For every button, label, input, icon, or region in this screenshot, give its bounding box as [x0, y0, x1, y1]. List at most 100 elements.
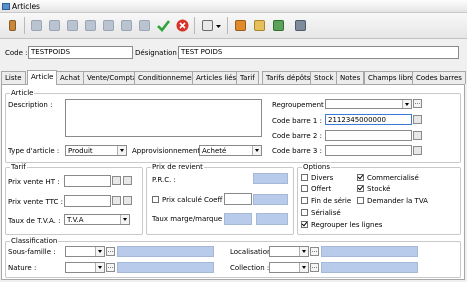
commercialise-checkbox[interactable] — [357, 174, 364, 181]
description-label: Description : — [8, 101, 53, 109]
code-barre-2-label: Code barre 2 : — [272, 132, 322, 140]
nature-select[interactable] — [65, 262, 105, 273]
description-textarea[interactable] — [65, 99, 262, 137]
duplicate-icon[interactable] — [118, 16, 135, 35]
previous-record-icon[interactable] — [46, 16, 63, 35]
barcode-2-icon[interactable] — [413, 131, 422, 140]
localisation-browse-button[interactable]: ... — [310, 247, 319, 256]
taux-tva-select[interactable]: T.V.A — [64, 214, 130, 225]
tab-articles-lies[interactable]: Articles liés — [192, 71, 241, 84]
article-panel: Article Description : Regroupement : ...… — [1, 84, 465, 280]
localisation-select[interactable] — [269, 246, 309, 257]
toolbar — [0, 13, 467, 39]
designation-label: Désignation : — [135, 49, 182, 57]
new-record-icon[interactable] — [100, 16, 117, 35]
prc-label: P.R.C. : — [152, 176, 176, 184]
calculator-ht-icon[interactable] — [112, 176, 121, 185]
taux-marge-field — [224, 213, 252, 225]
print-menu-icon[interactable] — [199, 16, 223, 35]
prc-field — [253, 173, 288, 184]
localisation-description — [321, 246, 418, 257]
tab-achat[interactable]: Achat — [56, 71, 84, 84]
type-article-label: Type d'article : — [8, 147, 60, 155]
code-barre-2-field[interactable] — [325, 130, 412, 141]
tab-stock[interactable]: Stock — [310, 71, 338, 84]
sous-famille-description — [117, 246, 214, 257]
demander-tva-label: Demander la TVA — [367, 197, 428, 205]
serialise-checkbox[interactable] — [301, 209, 308, 216]
sous-famille-label: Sous-famille : — [8, 248, 56, 256]
collection-select[interactable] — [269, 262, 309, 273]
code-field[interactable]: TESTPOIDS — [28, 46, 133, 59]
tab-bar: Liste Article Achat Vente/Compta Conditi… — [0, 70, 467, 85]
taux-marge-label: Taux marge/marque : — [152, 215, 227, 223]
calculator-ttc-icon[interactable] — [112, 196, 121, 205]
collection-browse-button[interactable]: ... — [310, 263, 319, 272]
code-barre-3-label: Code barre 3 : — [272, 147, 322, 155]
stocke-checkbox[interactable] — [357, 185, 364, 192]
type-article-select[interactable]: Produit — [65, 145, 127, 156]
serialise-label: Sérialisé — [311, 209, 341, 217]
tab-article[interactable]: Article — [27, 70, 58, 85]
window-title: Articles — [12, 2, 40, 11]
code-barre-1-field[interactable]: 2112345000000 — [325, 114, 412, 125]
settings-icon[interactable] — [292, 16, 309, 35]
prix-vente-ttc-field[interactable] — [64, 195, 111, 207]
nature-label: Nature : — [8, 264, 37, 272]
barcode-3-icon[interactable] — [413, 146, 422, 155]
regrouper-lignes-checkbox[interactable] — [301, 221, 308, 228]
sous-famille-browse-button[interactable]: ... — [106, 247, 115, 256]
regroupement-label: Regroupement : — [272, 101, 329, 109]
tarif-group-label: Tarif — [10, 163, 27, 171]
save-check-icon[interactable] — [155, 16, 172, 35]
coeff-field[interactable] — [224, 193, 252, 205]
delete-icon[interactable] — [136, 16, 153, 35]
divers-checkbox[interactable] — [301, 174, 308, 181]
collection-label: Collection : — [230, 264, 270, 272]
offert-checkbox[interactable] — [301, 185, 308, 192]
fin-de-serie-checkbox[interactable] — [301, 197, 308, 204]
tab-tarifs-depots[interactable]: Tarifs dépôts — [262, 71, 315, 84]
prix-calcule-checkbox[interactable] — [152, 196, 159, 203]
code-label: Code : — [5, 49, 28, 57]
barcode-1-icon[interactable] — [413, 115, 422, 124]
tools-icon[interactable] — [270, 16, 287, 35]
designation-field[interactable]: TEST POIDS — [178, 46, 459, 59]
search-ht-icon[interactable] — [123, 176, 132, 185]
collection-description — [321, 262, 418, 273]
tab-codes-barres[interactable]: Codes barres — [412, 71, 466, 84]
documents-icon[interactable] — [251, 16, 268, 35]
prix-vente-ht-label: Prix vente HT : — [8, 178, 60, 186]
nature-description — [117, 262, 214, 273]
approvisionnement-label: Approvisionnement : — [132, 147, 205, 155]
offert-label: Offert — [311, 185, 332, 193]
prix-vente-ht-field[interactable] — [64, 175, 111, 187]
fin-de-serie-label: Fin de série — [311, 197, 352, 205]
coeff-result-field — [253, 194, 288, 205]
cancel-icon[interactable] — [174, 16, 191, 35]
exit-icon[interactable] — [4, 16, 21, 35]
title-bar: Articles — [0, 0, 467, 13]
code-barre-3-field[interactable] — [325, 145, 412, 156]
options-group-label: Options — [302, 163, 332, 171]
regroupement-select[interactable] — [325, 99, 412, 109]
regrouper-lignes-label: Regrouper les lignes — [311, 221, 383, 229]
stock-icon[interactable] — [232, 16, 249, 35]
nature-browse-button[interactable]: ... — [106, 263, 115, 272]
first-record-icon[interactable] — [28, 16, 45, 35]
demander-tva-checkbox[interactable] — [357, 197, 364, 204]
prix-vente-ttc-label: Prix vente TTC : — [8, 198, 63, 206]
approvisionnement-select[interactable]: Acheté — [199, 145, 262, 156]
sous-famille-select[interactable] — [65, 246, 105, 257]
tab-tarif[interactable]: Tarif — [236, 71, 259, 84]
next-record-icon[interactable] — [64, 16, 81, 35]
tab-notes[interactable]: Notes — [336, 71, 365, 84]
code-barre-1-label: Code barre 1 : — [272, 117, 322, 125]
window-icon — [2, 3, 10, 10]
search-ttc-icon[interactable] — [123, 196, 132, 205]
tab-liste[interactable]: Liste — [1, 71, 26, 84]
tab-vente-compta[interactable]: Vente/Compta — [83, 71, 141, 84]
last-record-icon[interactable] — [82, 16, 99, 35]
prix-calcule-label: Prix calculé — [162, 196, 202, 204]
regroupement-browse-button[interactable]: ... — [413, 99, 422, 108]
